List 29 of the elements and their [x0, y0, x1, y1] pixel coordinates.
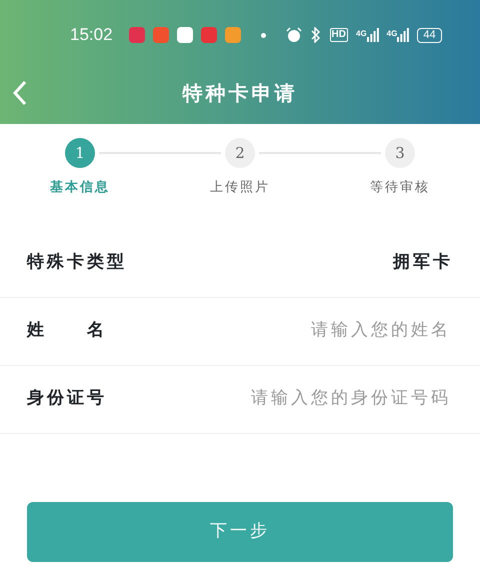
network-label: 4G [356, 28, 367, 40]
app-icon [176, 27, 193, 43]
field-value[interactable]: 拥军卡 [393, 250, 453, 276]
page-title: 特种卡申请 [182, 80, 298, 107]
field-label: 特殊卡类型 [27, 251, 127, 274]
app-icon [200, 27, 217, 43]
step-label: 上传照片 [210, 179, 270, 197]
bluetooth-icon [310, 27, 322, 43]
input-field[interactable]: 请输入您的身份证号码 [223, 385, 453, 413]
step-label: 等待审核 [370, 179, 430, 197]
app-icon [224, 27, 241, 43]
step-number: 3 [385, 138, 415, 168]
signal-icon [366, 28, 379, 42]
network-label: 4G [386, 28, 398, 40]
step-number: 2 [225, 138, 255, 168]
app-icon [152, 27, 169, 43]
signal-icon [397, 28, 410, 42]
field-label: 姓 名 [27, 319, 107, 342]
app-icon [128, 27, 145, 43]
input-field[interactable]: 请输入您的姓名 [223, 317, 453, 345]
step-label: 基本信息 [50, 179, 110, 197]
back-icon [12, 80, 28, 106]
battery-indicator: 44 [417, 28, 442, 42]
notification-dot-icon [260, 32, 266, 38]
hd-indicator: HD [330, 28, 348, 42]
step-number: 1 [65, 138, 95, 168]
alarm-icon [286, 27, 302, 43]
field-label: 身份证号 [27, 387, 107, 410]
status-time: 15:02 [70, 24, 113, 46]
